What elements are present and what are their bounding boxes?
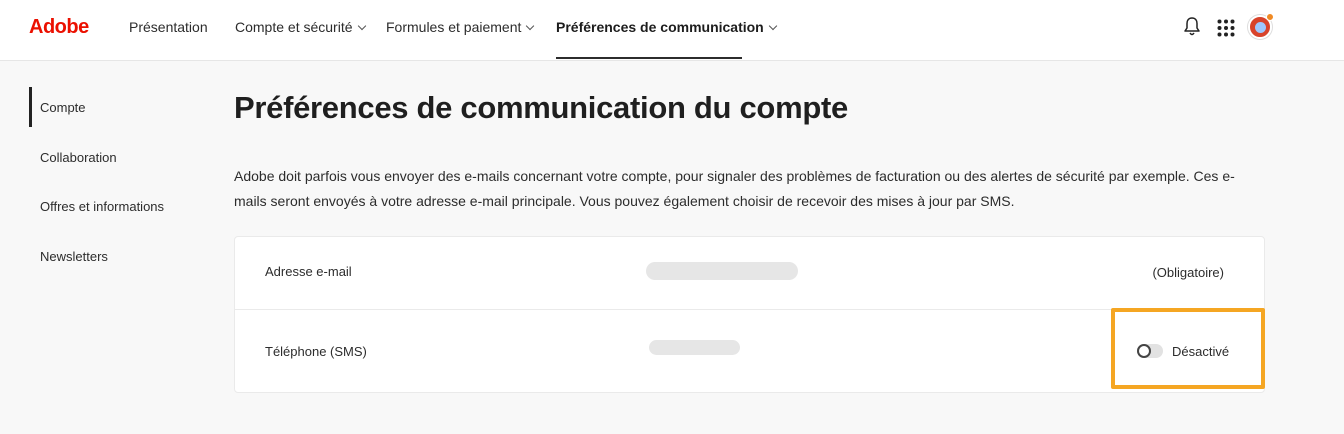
nav-presentation-label: Présentation — [129, 19, 208, 35]
page-description: Adobe doit parfois vous envoyer des e-ma… — [234, 168, 1235, 209]
sidebar-item-offers[interactable]: Offres et informations — [40, 199, 164, 214]
chevron-down-icon — [357, 21, 366, 31]
sidebar-active-indicator — [29, 87, 32, 127]
sidebar-item-account[interactable]: Compte — [40, 100, 86, 115]
active-tab-indicator — [556, 57, 742, 59]
email-value-placeholder — [646, 262, 798, 280]
page-title: Préférences de communication du compte — [234, 90, 848, 125]
sidebar-item-newsletters[interactable]: Newsletters — [40, 249, 108, 264]
top-nav: Adobe Présentation Compte et sécurité Fo… — [0, 0, 1344, 61]
highlight-box — [1111, 308, 1265, 389]
adobe-logo[interactable]: Adobe — [29, 16, 89, 39]
nav-account-security[interactable]: Compte et sécurité — [235, 19, 366, 35]
nav-plans-payment-label: Formules et paiement — [386, 19, 522, 35]
nav-account-security-label: Compte et sécurité — [235, 19, 353, 35]
nav-communication-preferences-label: Préférences de communication — [556, 19, 764, 35]
chevron-down-icon — [768, 21, 777, 31]
avatar-face — [1255, 22, 1266, 33]
row-divider — [235, 309, 1264, 310]
chevron-down-icon — [526, 21, 535, 31]
nav-presentation[interactable]: Présentation — [129, 19, 208, 35]
nav-communication-preferences[interactable]: Préférences de communication — [556, 19, 777, 35]
bell-icon[interactable] — [1183, 16, 1201, 38]
notification-dot — [1266, 13, 1274, 21]
email-row-label: Adresse e-mail — [265, 264, 352, 279]
phone-row-label: Téléphone (SMS) — [265, 344, 367, 359]
email-required-badge: (Obligatoire) — [1152, 265, 1224, 280]
apps-grid-icon[interactable] — [1217, 19, 1235, 37]
phone-value-placeholder — [649, 340, 740, 355]
nav-plans-payment[interactable]: Formules et paiement — [386, 19, 535, 35]
sidebar-item-collaboration[interactable]: Collaboration — [40, 150, 117, 165]
